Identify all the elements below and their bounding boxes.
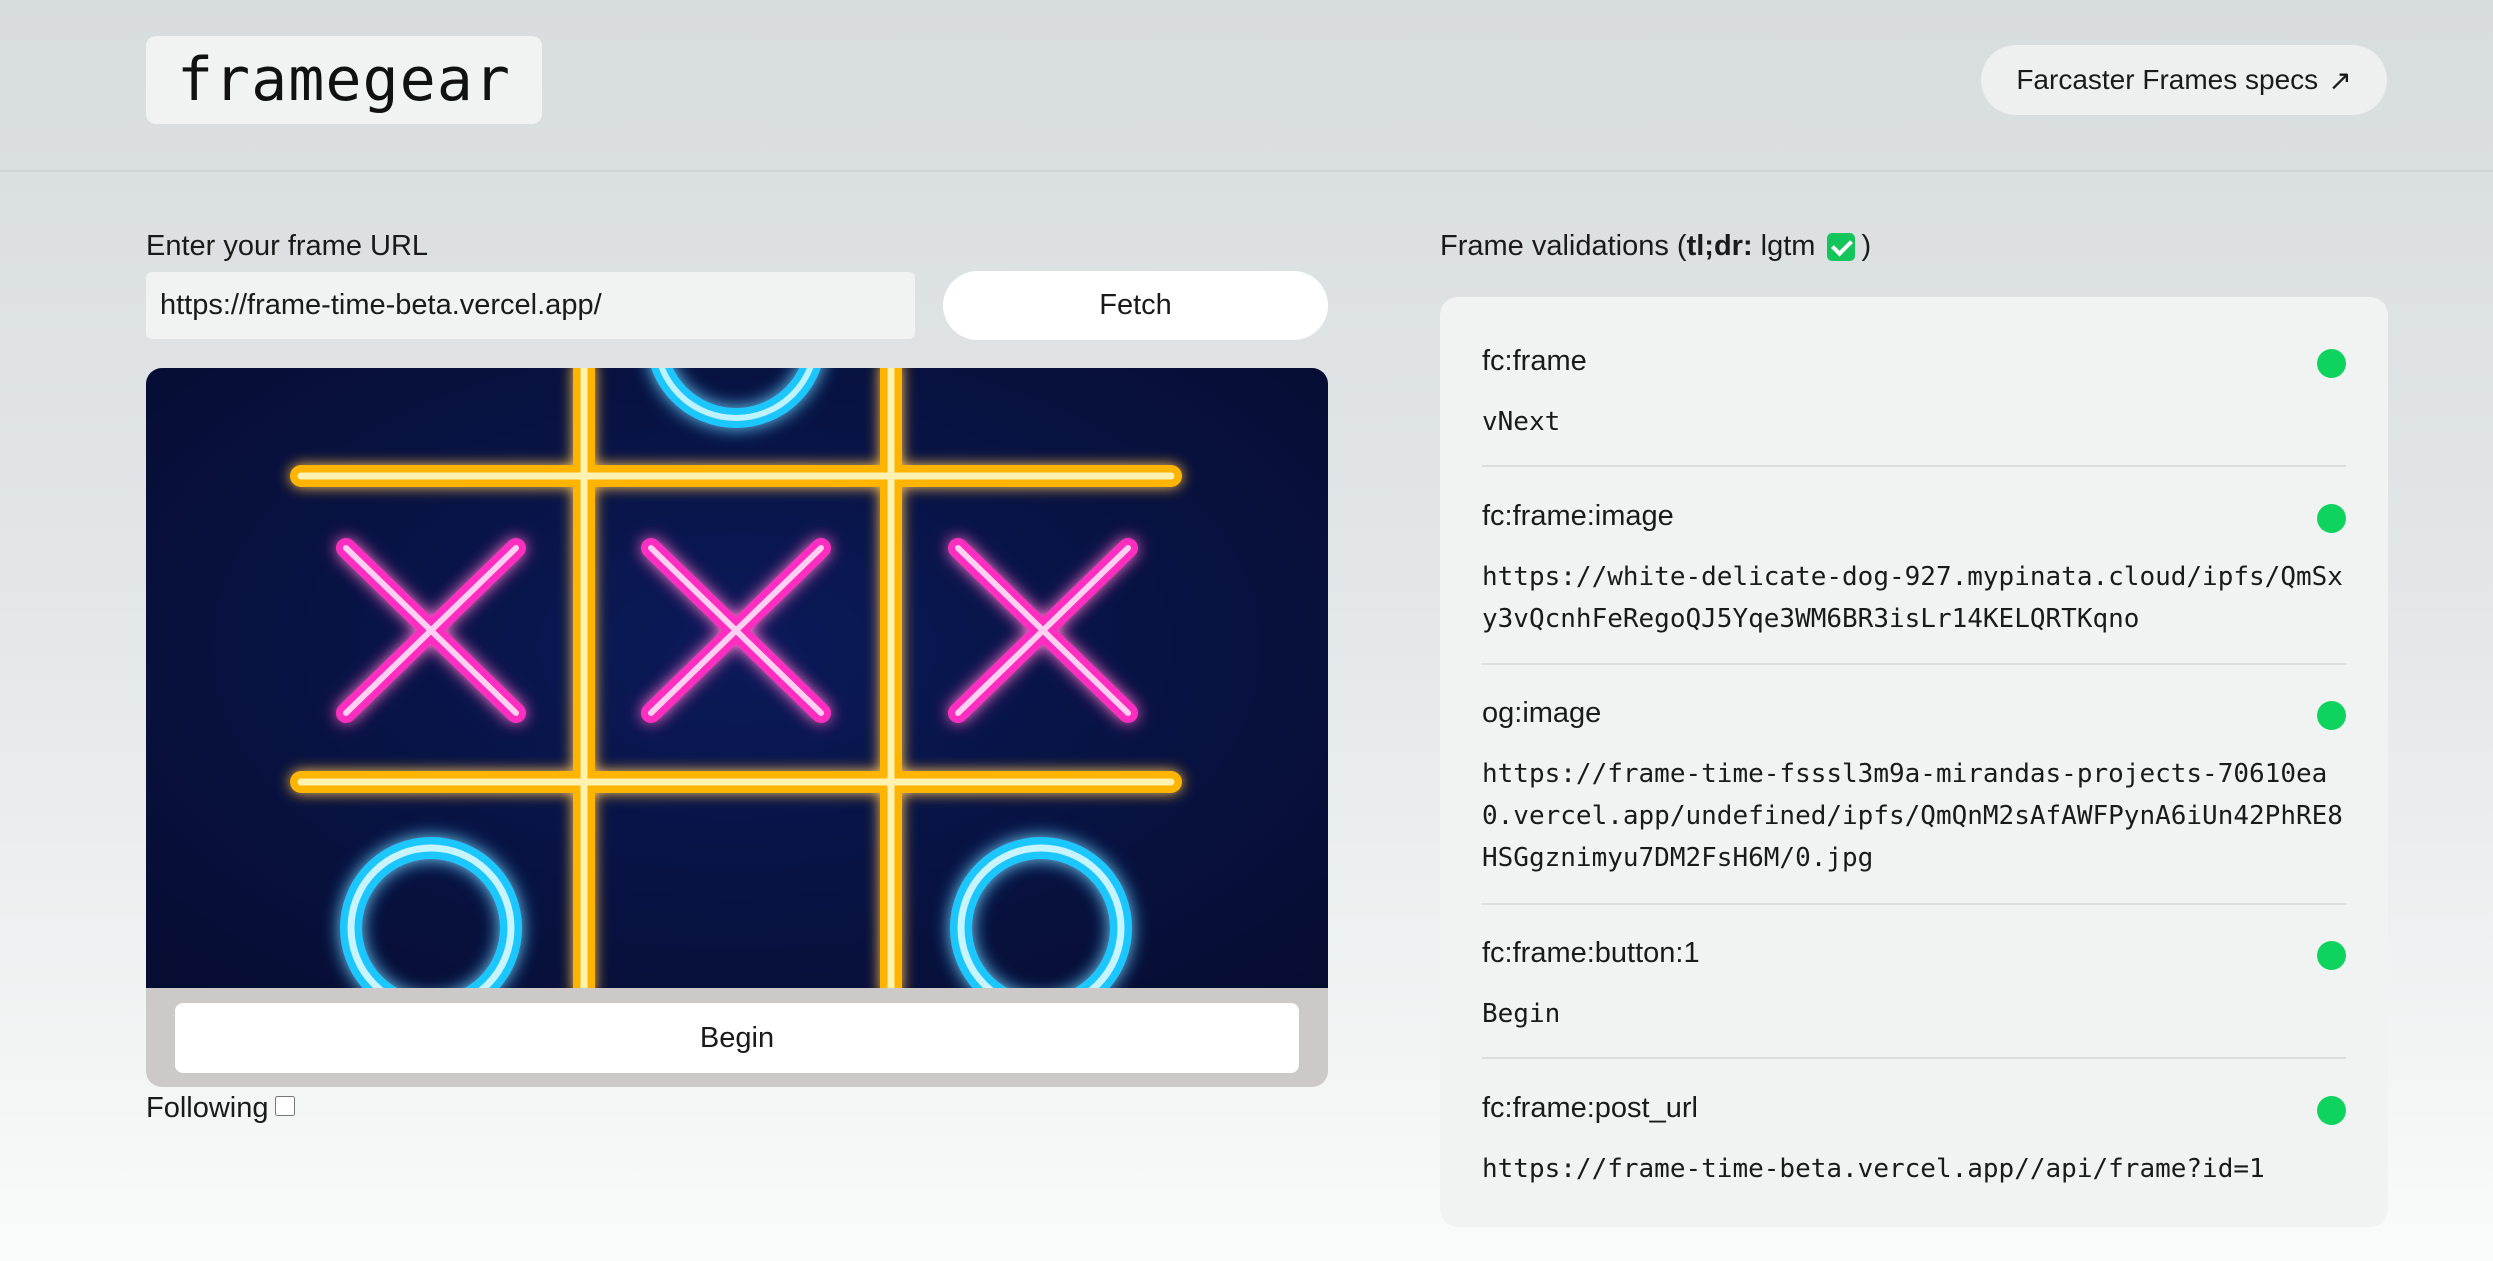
- valid-status-icon: [2317, 349, 2346, 378]
- specs-link-label: Farcaster Frames specs: [2016, 64, 2319, 95]
- validation-value: Begin: [1482, 999, 1561, 1029]
- valid-status-icon: [2317, 1096, 2346, 1125]
- board-grid-lines: [290, 368, 1182, 988]
- heading-tldr: tl;dr:: [1686, 230, 1753, 262]
- validation-value: https://white-delicate-dog-927.mypinata.…: [1482, 562, 2343, 634]
- external-link-arrow-icon: ↗: [2328, 64, 2352, 96]
- validation-name: fc:frame:image: [1482, 500, 1674, 532]
- validation-value: https://frame-time-fsssl3m9a-mirandas-pr…: [1482, 759, 2343, 873]
- validations-heading: Frame validations ( tl;dr: lgtm ): [1440, 230, 1871, 263]
- framegear-logo[interactable]: framegear: [146, 36, 542, 124]
- validation-value: https://frame-time-beta.vercel.app//api/…: [1482, 1154, 2265, 1184]
- valid-status-icon: [2317, 941, 2346, 970]
- circle-marks-bottom: [340, 837, 1132, 988]
- heading-suffix: ): [1861, 230, 1872, 262]
- heading-prefix: Frame validations (: [1440, 230, 1687, 262]
- validation-value: vNext: [1482, 407, 1561, 437]
- validation-name: fc:frame: [1482, 345, 1587, 377]
- fetch-button[interactable]: Fetch: [943, 271, 1328, 340]
- following-checkbox[interactable]: [274, 1095, 295, 1116]
- following-toggle[interactable]: Following: [146, 1092, 295, 1125]
- heading-lgtm: lgtm: [1752, 230, 1816, 262]
- x-marks-row: [336, 538, 1138, 723]
- valid-status-icon: [2317, 504, 2346, 533]
- validation-name: fc:frame:post_url: [1482, 1092, 1698, 1124]
- divider: [1482, 663, 2346, 665]
- valid-status-icon: [2317, 701, 2346, 730]
- divider: [1482, 465, 2346, 467]
- validation-name: fc:frame:button:1: [1482, 937, 1700, 969]
- validation-name: og:image: [1482, 697, 1602, 729]
- check-icon: [1827, 232, 1856, 261]
- divider: [1482, 1057, 2346, 1059]
- circle-mark-top: [651, 368, 821, 428]
- frame-url-input[interactable]: [146, 272, 915, 339]
- farcaster-specs-link[interactable]: Farcaster Frames specs ↗: [1981, 45, 2387, 115]
- following-label: Following: [146, 1092, 269, 1124]
- frame-image: [146, 368, 1328, 988]
- frame-action-button[interactable]: Begin: [175, 1003, 1299, 1073]
- tic-tac-toe-board-image: [290, 368, 1182, 988]
- top-bar: framegear Farcaster Frames specs ↗: [0, 0, 2493, 172]
- frame-url-label: Enter your frame URL: [146, 230, 429, 262]
- frame-preview: Begin: [146, 368, 1328, 1087]
- divider: [1482, 903, 2346, 905]
- validations-panel: fc:frame vNext fc:frame:image https://wh…: [1440, 297, 2388, 1227]
